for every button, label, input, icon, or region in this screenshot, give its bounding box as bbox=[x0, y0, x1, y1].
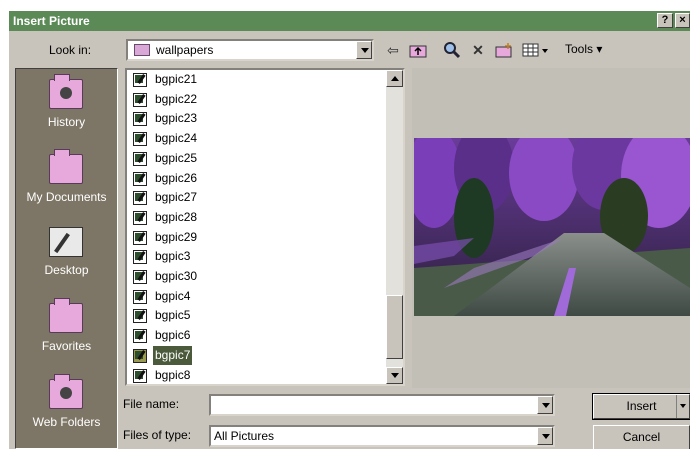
look-in-value: wallpapers bbox=[156, 43, 214, 57]
list-item-selected[interactable]: bgpic7 bbox=[133, 344, 383, 366]
back-arrow-icon[interactable]: ⇦ bbox=[382, 40, 404, 60]
picture-file-icon bbox=[133, 171, 147, 186]
history-icon bbox=[49, 74, 83, 109]
list-item[interactable]: bgpic30 bbox=[133, 267, 383, 286]
insert-button-label: Insert bbox=[626, 399, 657, 413]
insert-options-dropdown[interactable] bbox=[676, 395, 689, 418]
list-item[interactable]: bgpic4 bbox=[133, 287, 383, 306]
list-item[interactable]: bgpic6 bbox=[133, 326, 383, 345]
picture-file-icon bbox=[133, 112, 147, 127]
dialog-title: Insert Picture bbox=[13, 14, 90, 28]
file-name-label: File name: bbox=[123, 397, 180, 411]
folder-icon bbox=[134, 44, 150, 56]
my-documents-icon bbox=[49, 149, 83, 184]
picture-file-icon bbox=[133, 92, 147, 107]
place-label: Web Folders bbox=[32, 415, 101, 429]
search-web-icon[interactable] bbox=[441, 40, 463, 60]
place-my-documents[interactable]: My Documents bbox=[16, 146, 117, 218]
list-item[interactable]: bgpic28 bbox=[133, 208, 383, 227]
list-item[interactable]: bgpic23 bbox=[133, 109, 383, 128]
picture-file-icon bbox=[133, 151, 147, 166]
list-item[interactable]: bgpic27 bbox=[133, 188, 383, 207]
place-label: Favorites bbox=[41, 339, 92, 353]
list-item[interactable]: bgpic26 bbox=[133, 169, 383, 188]
file-name-input[interactable] bbox=[209, 394, 555, 416]
picture-file-icon bbox=[133, 230, 147, 245]
place-desktop[interactable]: Desktop bbox=[16, 219, 117, 291]
create-new-folder-icon[interactable] bbox=[493, 40, 515, 60]
file-list[interactable]: bgpic21 bgpic22 bgpic23 bgpic24 bgpic25 … bbox=[125, 68, 405, 386]
look-in-dropdown-button[interactable] bbox=[356, 41, 372, 59]
delete-icon[interactable]: ✕ bbox=[467, 40, 489, 60]
picture-file-icon bbox=[133, 329, 147, 344]
title-bar: Insert Picture ? × bbox=[9, 11, 690, 31]
picture-file-icon bbox=[133, 309, 147, 324]
list-item[interactable]: bgpic24 bbox=[133, 129, 383, 148]
close-button[interactable]: × bbox=[675, 13, 690, 28]
picture-file-icon bbox=[133, 191, 147, 206]
list-item[interactable]: bgpic5 bbox=[133, 306, 383, 325]
look-in-combobox[interactable]: wallpapers bbox=[126, 39, 374, 61]
picture-file-icon bbox=[133, 250, 147, 265]
preview-image bbox=[414, 138, 690, 316]
files-of-type-combobox[interactable]: All Pictures bbox=[209, 425, 555, 447]
place-label: My Documents bbox=[26, 190, 107, 204]
files-of-type-value: All Pictures bbox=[214, 429, 275, 443]
file-name-dropdown-button[interactable] bbox=[537, 396, 553, 414]
scroll-thumb[interactable] bbox=[386, 295, 403, 359]
places-bar: History My Documents Desktop Favorites W… bbox=[15, 68, 118, 449]
list-item[interactable]: bgpic22 bbox=[133, 90, 383, 109]
picture-file-icon bbox=[133, 270, 147, 284]
look-in-label: Look in: bbox=[49, 43, 92, 57]
picture-file-icon bbox=[133, 348, 147, 363]
vertical-scrollbar[interactable] bbox=[386, 70, 403, 384]
place-web-folders[interactable]: Web Folders bbox=[16, 371, 117, 443]
place-label: History bbox=[47, 115, 86, 129]
picture-file-icon bbox=[133, 368, 147, 383]
preview-pane bbox=[412, 68, 690, 388]
desktop-icon bbox=[49, 227, 83, 257]
picture-file-icon bbox=[133, 132, 147, 147]
place-favorites[interactable]: Favorites bbox=[16, 295, 117, 367]
picture-file-icon bbox=[133, 210, 147, 225]
place-history[interactable]: History bbox=[16, 71, 117, 143]
up-one-level-icon[interactable] bbox=[407, 40, 429, 60]
list-item[interactable]: bgpic21 bbox=[133, 70, 383, 89]
place-label: Desktop bbox=[44, 263, 89, 277]
list-item[interactable]: bgpic29 bbox=[133, 228, 383, 247]
cancel-button[interactable]: Cancel bbox=[593, 425, 690, 449]
help-button[interactable]: ? bbox=[657, 13, 673, 28]
insert-button[interactable]: Insert bbox=[592, 393, 690, 420]
tools-menu[interactable]: Tools ▾ bbox=[565, 42, 602, 56]
insert-picture-dialog: Insert Picture ? × Look in: wallpapers ⇦… bbox=[9, 11, 690, 449]
list-item[interactable]: bgpic8 bbox=[133, 366, 383, 385]
scroll-down-button[interactable] bbox=[386, 367, 403, 384]
files-of-type-dropdown-button[interactable] bbox=[537, 427, 553, 445]
scroll-up-button[interactable] bbox=[386, 70, 403, 87]
files-of-type-label: Files of type: bbox=[123, 428, 192, 442]
views-icon[interactable] bbox=[521, 40, 551, 60]
picture-file-icon bbox=[133, 289, 147, 304]
picture-file-icon bbox=[133, 73, 147, 87]
list-item[interactable]: bgpic3 bbox=[133, 247, 383, 266]
web-folders-icon bbox=[49, 374, 83, 409]
favorites-icon bbox=[49, 298, 83, 333]
list-item[interactable]: bgpic25 bbox=[133, 149, 383, 168]
